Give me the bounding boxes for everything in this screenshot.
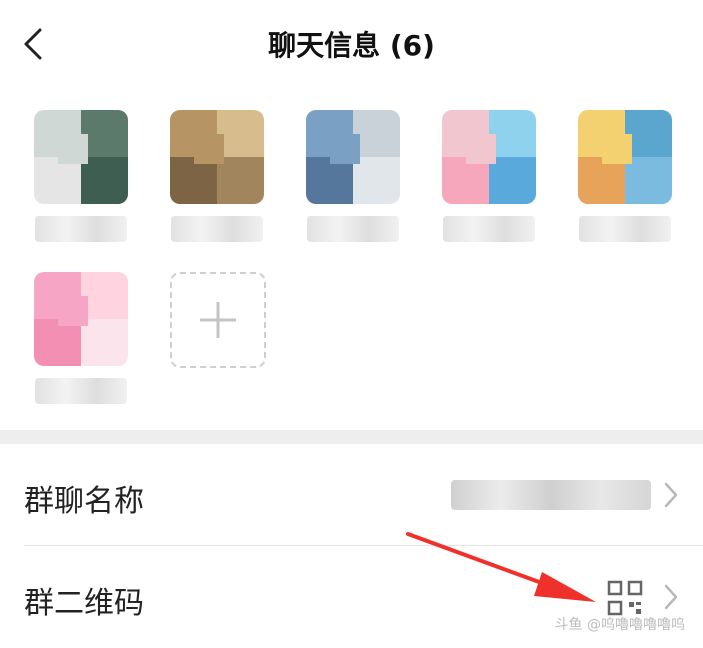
avatar-pixel <box>625 157 672 204</box>
watermark: 斗鱼 @呜嚕嚕嚕嚕呜 <box>554 617 685 633</box>
avatar-pixel <box>194 134 224 164</box>
avatar <box>34 272 128 366</box>
avatar-pixel <box>454 170 484 200</box>
group-name-value-blurred <box>451 480 651 510</box>
avatar-pixel <box>230 122 260 152</box>
avatar-pixel <box>318 170 348 200</box>
avatar-pixel <box>590 170 620 200</box>
member-name-blurred <box>35 378 127 404</box>
avatar-pixel <box>466 134 496 164</box>
member-5[interactable] <box>570 110 680 242</box>
group-name-label: 群聊名称 <box>24 484 144 519</box>
avatar-pixel <box>81 157 128 204</box>
avatar-pixel <box>46 332 76 362</box>
header-bar: 聊天信息 (6) <box>0 0 703 90</box>
chevron-right-icon <box>664 482 678 508</box>
avatar-pixel <box>217 157 264 204</box>
avatar-pixel <box>353 157 400 204</box>
plus-icon <box>200 302 236 338</box>
member-4[interactable] <box>434 110 544 242</box>
avatar-pixel <box>46 170 76 200</box>
annotation-arrow-icon <box>406 532 596 602</box>
avatar-pixel <box>638 122 668 152</box>
qr-code-icon <box>607 580 643 616</box>
avatar-pixel <box>330 134 360 164</box>
avatar <box>578 110 672 204</box>
avatar-pixel <box>58 134 88 164</box>
avatar-pixel <box>489 157 536 204</box>
avatar <box>442 110 536 204</box>
member-name-blurred <box>171 216 263 242</box>
member-name-blurred <box>579 216 671 242</box>
group-qr-label: 群二维码 <box>24 586 144 621</box>
avatar <box>306 110 400 204</box>
avatar <box>34 110 128 204</box>
chevron-right-icon <box>664 584 678 610</box>
add-member-button[interactable] <box>170 272 266 368</box>
avatar <box>170 110 264 204</box>
member-2[interactable] <box>162 110 272 242</box>
avatar-pixel <box>182 170 212 200</box>
avatar-pixel <box>94 284 124 314</box>
avatar-pixel <box>366 122 396 152</box>
member-name-blurred <box>443 216 535 242</box>
member-3[interactable] <box>298 110 408 242</box>
avatar-pixel <box>58 296 88 326</box>
member-name-blurred <box>35 216 127 242</box>
member-6[interactable] <box>26 272 136 404</box>
avatar-pixel <box>81 319 128 366</box>
section-divider <box>0 430 703 444</box>
member-grid <box>0 100 703 420</box>
avatar-pixel <box>94 122 124 152</box>
avatar-pixel <box>502 122 532 152</box>
avatar-pixel <box>602 134 632 164</box>
member-name-blurred <box>307 216 399 242</box>
member-1[interactable] <box>26 110 136 242</box>
page-title: 聊天信息 (6) <box>268 29 435 62</box>
